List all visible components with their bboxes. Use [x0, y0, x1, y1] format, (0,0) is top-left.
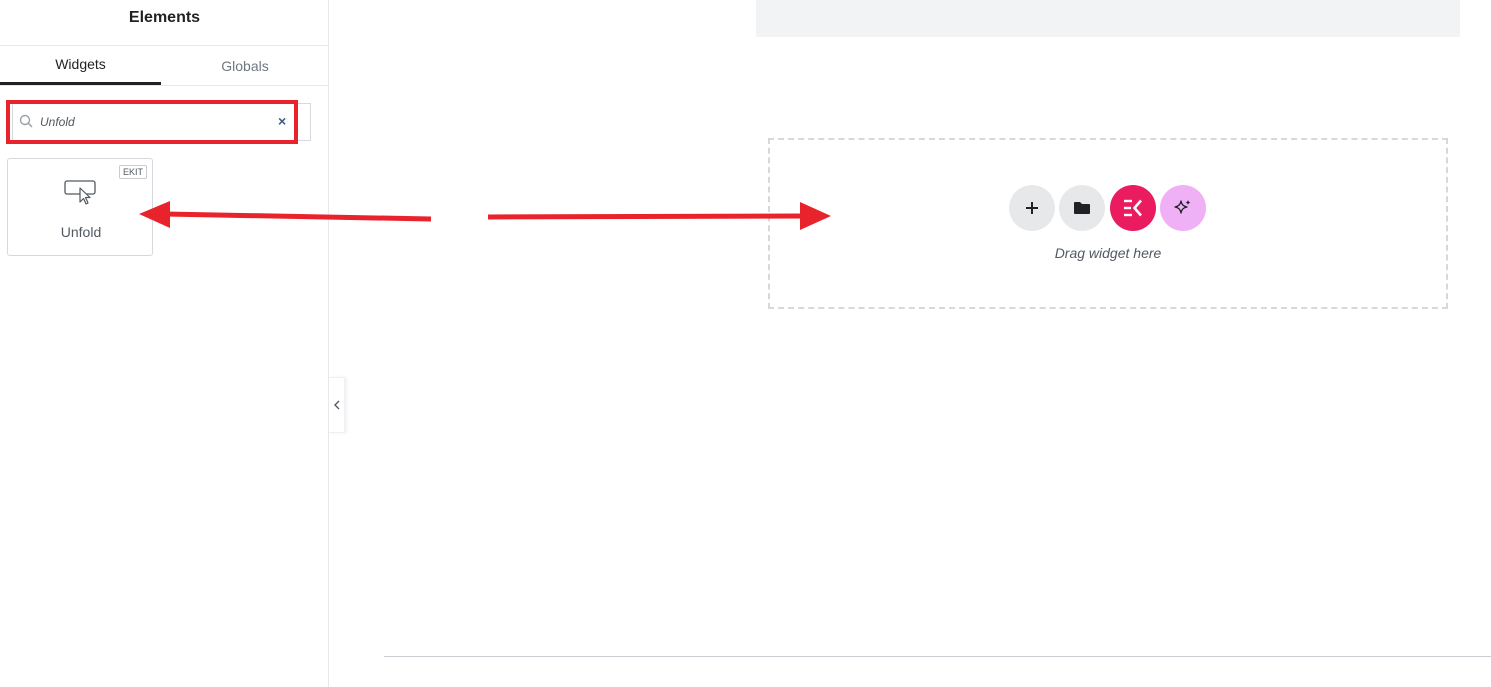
search-input[interactable]	[40, 113, 270, 131]
panel-tabs: Widgets Globals	[0, 46, 329, 86]
section-divider	[384, 656, 1491, 657]
panel-title: Elements	[0, 0, 329, 46]
widget-label: Unfold	[60, 224, 102, 240]
drop-zone-hint: Drag widget here	[1054, 245, 1162, 261]
previous-section	[756, 0, 1460, 37]
folder-icon	[1074, 202, 1090, 214]
ai-button[interactable]	[1160, 185, 1206, 231]
mouse-pointer-box-icon	[64, 180, 96, 205]
ekit-logo-icon	[1124, 199, 1142, 217]
elementskit-button[interactable]	[1110, 185, 1156, 231]
chevron-left-icon	[333, 400, 339, 410]
collapse-panel-handle[interactable]	[329, 377, 345, 433]
widget-drop-zone[interactable]	[768, 138, 1448, 309]
widget-badge: EKIT	[118, 165, 147, 179]
plus-icon	[1026, 202, 1038, 214]
clear-search-icon[interactable]: ×	[278, 114, 290, 128]
search-icon	[19, 114, 33, 128]
sparkle-icon	[1174, 200, 1191, 214]
template-library-button[interactable]	[1059, 185, 1105, 231]
tab-widgets[interactable]: Widgets	[0, 46, 161, 85]
add-section-button[interactable]	[1009, 185, 1055, 231]
widget-card-unfold[interactable]: EKIT Unfold	[7, 158, 153, 256]
elements-panel: Elements Widgets Globals × EKIT Unfold	[0, 0, 329, 687]
tab-globals[interactable]: Globals	[161, 46, 329, 85]
